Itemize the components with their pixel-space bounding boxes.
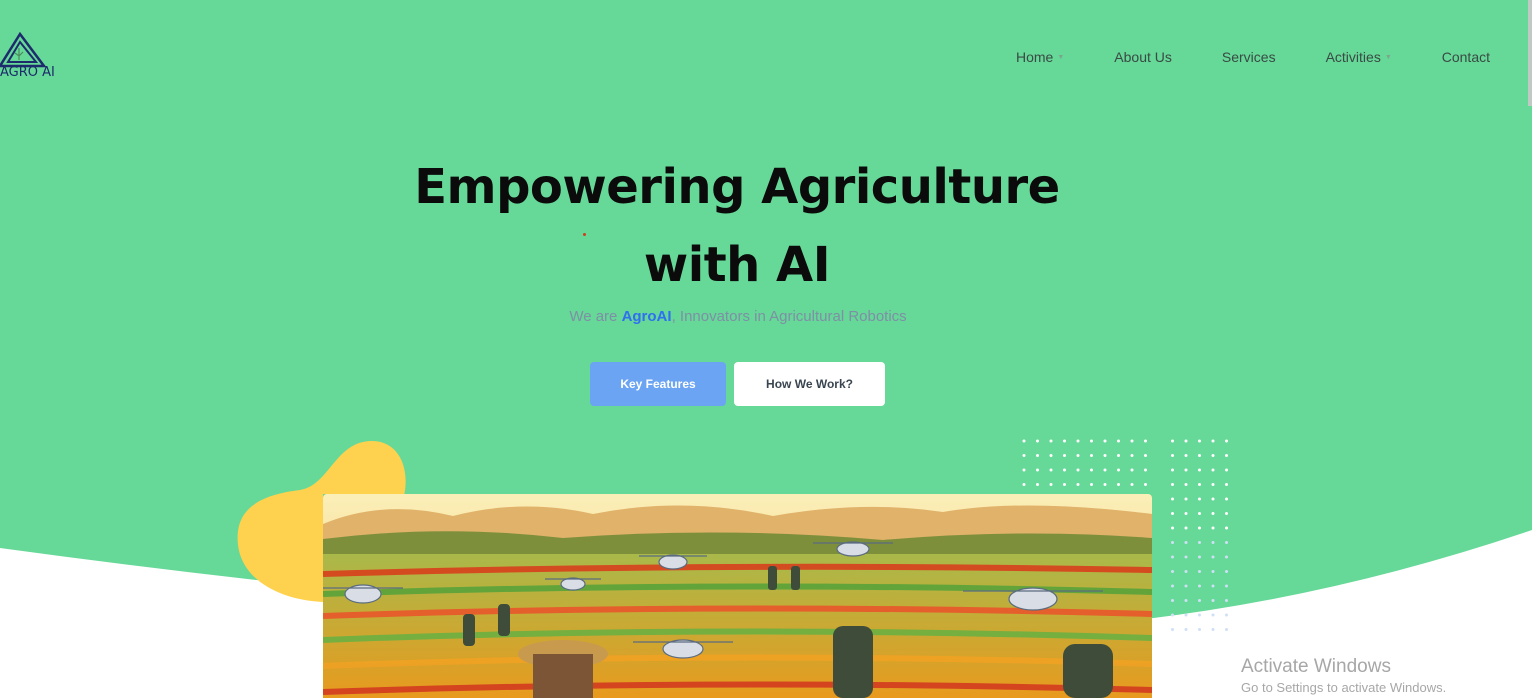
nav-about-us-label: About Us xyxy=(1114,49,1172,65)
windows-activation-watermark: Activate Windows Go to Settings to activ… xyxy=(1241,656,1446,698)
nav-contact[interactable]: Contact xyxy=(1442,48,1490,66)
tagline-prefix: We are xyxy=(569,308,622,325)
hero-headline-line2: with AI xyxy=(643,237,831,293)
cursor-dot xyxy=(583,233,586,236)
nav-home-label: Home xyxy=(1016,49,1054,65)
watermark-title: Activate Windows xyxy=(1241,656,1391,677)
page-scrollbar[interactable] xyxy=(1528,0,1532,106)
how-we-work-button[interactable]: How We Work? xyxy=(734,362,885,406)
hero-headline-line1: Empowering Agriculture xyxy=(414,159,1060,215)
key-features-button[interactable]: Key Features xyxy=(590,362,726,406)
nav-activities-label: Activities xyxy=(1325,49,1381,65)
nav-activities[interactable]: Activities ▼ xyxy=(1326,48,1392,66)
brand-logo-text: AGRO AI xyxy=(0,65,55,80)
main-nav: Home ▼ About Us Services Activities ▼ Co… xyxy=(966,48,1490,66)
chevron-down-icon: ▼ xyxy=(1057,53,1065,61)
hero-drone-farm-image xyxy=(323,494,1152,698)
nav-services-label: Services xyxy=(1221,49,1276,65)
nav-contact-label: Contact xyxy=(1441,49,1490,65)
tagline-brand: AgroAI xyxy=(621,308,672,325)
chevron-down-icon: ▼ xyxy=(1384,53,1392,61)
nav-services[interactable]: Services xyxy=(1222,48,1276,66)
hero-headline: Empowering Agriculture with AI xyxy=(380,148,1094,304)
tagline-suffix: , Innovators in Agricultural Robotics xyxy=(671,308,907,325)
hero-tagline: We are AgroAI, Innovators in Agricultura… xyxy=(480,308,996,325)
nav-home[interactable]: Home ▼ xyxy=(1016,48,1064,66)
watermark-subtitle: Go to Settings to activate Windows. xyxy=(1241,680,1447,695)
nav-about-us[interactable]: About Us xyxy=(1114,48,1172,66)
